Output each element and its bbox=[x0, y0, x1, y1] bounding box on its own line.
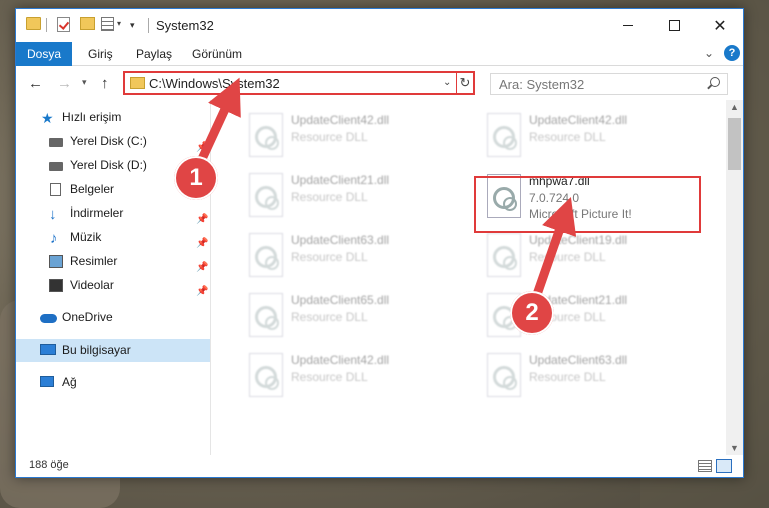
annotation-arrows bbox=[191, 77, 577, 308]
step-badge-2: 2 bbox=[510, 291, 554, 335]
step-badge-1: 1 bbox=[174, 156, 218, 200]
